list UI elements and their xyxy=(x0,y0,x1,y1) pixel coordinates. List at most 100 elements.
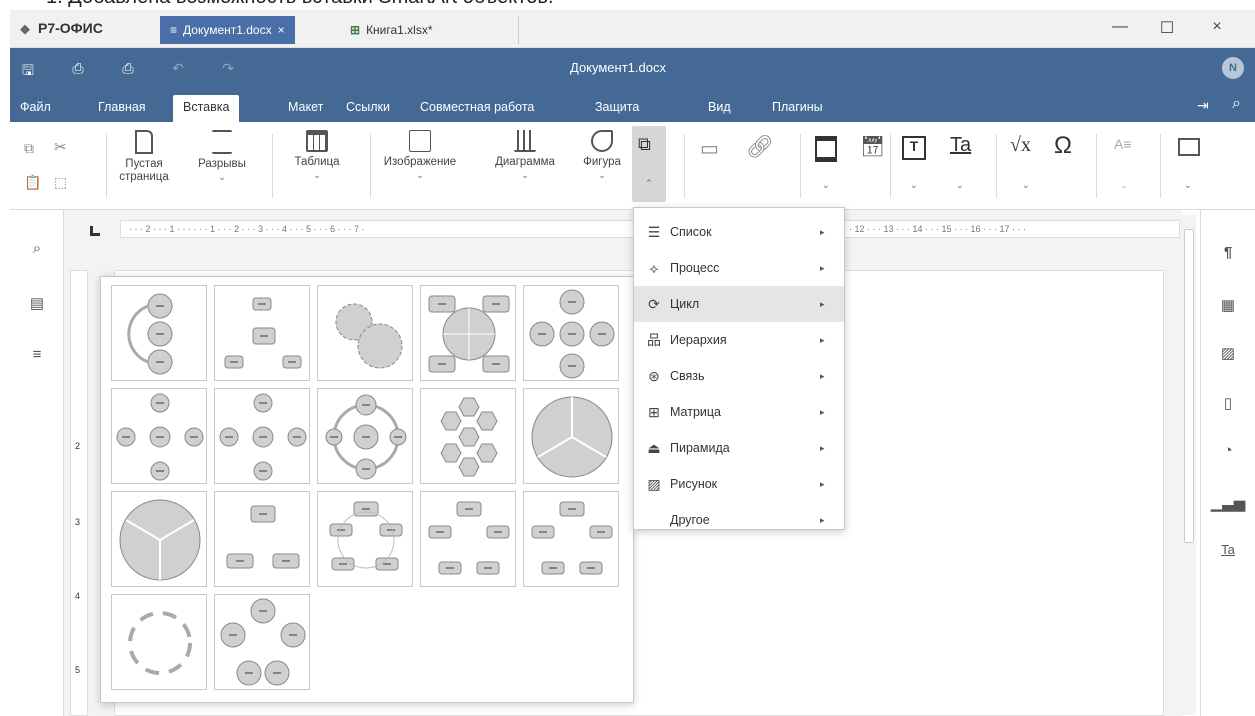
smartart-thumb-continuous-cycle[interactable] xyxy=(317,491,413,587)
shape-button[interactable]: Фигура ⌄ xyxy=(576,130,628,182)
smartart-thumb-basic-cycle[interactable] xyxy=(111,285,207,381)
scrollbar-thumb[interactable] xyxy=(1184,229,1194,543)
smartart-thumb-arrow-cycle[interactable] xyxy=(523,491,619,587)
menu-item-relationship[interactable]: ⊛ Связь ▸ xyxy=(634,358,844,394)
vertical-ruler[interactable]: 2 3 4 5 xyxy=(70,270,88,716)
tab-stop-icon[interactable] xyxy=(90,226,100,236)
text-art-icon[interactable]: Ta xyxy=(950,134,971,157)
navigation-icon[interactable]: ≡ xyxy=(10,346,64,363)
smartart-button[interactable]: ⧉ ⌃ xyxy=(632,126,666,202)
chevron-down-icon: ⌄ xyxy=(956,180,964,190)
smartart-thumb-multidirectional-cycle[interactable] xyxy=(214,594,310,690)
menu-item-matrix[interactable]: ⊞ Матрица ▸ xyxy=(634,394,844,430)
save-icon[interactable]: 🖫 xyxy=(18,60,38,84)
menu-plugins[interactable]: Плагины xyxy=(762,95,833,122)
menu-item-other[interactable]: Другое ▸ xyxy=(634,502,844,538)
text-art-settings-icon[interactable]: Ta xyxy=(1201,542,1255,557)
maximize-button[interactable]: ☐ xyxy=(1152,18,1182,40)
minimize-button[interactable]: — xyxy=(1105,18,1135,40)
open-location-icon[interactable]: ⇥ xyxy=(1197,97,1209,114)
content-control-icon[interactable] xyxy=(1178,138,1200,156)
comments-icon[interactable]: ▤ xyxy=(10,294,64,312)
smartart-category-menu: ☰ Список ▸ ⟡ Процесс ▸ ⟳ Цикл ▸ 品 Иерархия ▸ ⊛ Связь ▸… xyxy=(633,207,845,530)
menu-item-process[interactable]: ⟡ Процесс ▸ xyxy=(634,250,844,286)
drop-cap-icon[interactable]: A≡ xyxy=(1114,136,1132,152)
breaks-button[interactable]: Разрывы ⌄ xyxy=(190,130,254,184)
image-button[interactable]: Изображение ⌄ xyxy=(378,130,462,182)
cycle-hierarchy-icon xyxy=(224,297,302,369)
smartart-thumb-circle-matrix[interactable] xyxy=(420,285,516,381)
smartart-gallery xyxy=(100,276,634,703)
menu-file[interactable]: Файл xyxy=(10,95,61,122)
equation-icon[interactable]: √x xyxy=(1010,134,1031,157)
comment-icon[interactable]: ▭ xyxy=(700,136,719,161)
header-settings-icon[interactable]: ▯ xyxy=(1201,394,1255,412)
smartart-thumb-text-cycle[interactable] xyxy=(111,594,207,690)
menu-insert[interactable]: Вставка xyxy=(173,95,240,122)
menu-references[interactable]: Ссылки xyxy=(336,95,400,122)
menu-item-hierarchy[interactable]: 品 Иерархия ▸ xyxy=(634,322,844,358)
blank-page-button[interactable]: Пустая страница xyxy=(114,130,174,184)
cut-icon[interactable]: ✂ xyxy=(54,138,67,156)
tab-divider xyxy=(518,16,519,44)
undo-icon[interactable]: ↶ xyxy=(168,60,188,77)
smartart-thumb-radial-cycle-ring[interactable] xyxy=(317,388,413,484)
date-time-icon[interactable]: 📅︎ xyxy=(860,134,885,159)
chart-button[interactable]: Диаграмма ⌄ xyxy=(490,130,560,182)
smartart-thumb-cycle-connectors[interactable] xyxy=(214,491,310,587)
symbol-icon[interactable]: Ω xyxy=(1054,132,1072,160)
toolbar-separator xyxy=(684,134,685,198)
menu-collaboration[interactable]: Совместная работа xyxy=(410,95,544,122)
hexagon-cluster-icon xyxy=(440,397,498,477)
smartart-thumb-diverging-radial[interactable] xyxy=(111,388,207,484)
menu-item-picture[interactable]: ▨ Рисунок ▸ xyxy=(634,466,844,502)
quick-print-icon[interactable]: ⎙ xyxy=(118,60,138,77)
shape-settings-icon[interactable]: ◔ xyxy=(1201,442,1255,459)
paragraph-icon[interactable]: ¶ xyxy=(1201,244,1255,261)
menu-protection[interactable]: Защита xyxy=(585,95,649,122)
vertical-scrollbar[interactable] xyxy=(1182,215,1196,715)
chart-settings-icon[interactable]: ▁▃▅ xyxy=(1201,494,1255,512)
submenu-arrow-icon: ▸ xyxy=(820,442,825,453)
pie-cycle-icon xyxy=(531,396,613,478)
menu-item-cycle[interactable]: ⟳ Цикл ▸ xyxy=(634,286,844,322)
smartart-thumb-hexagon-cluster[interactable] xyxy=(420,388,516,484)
text-box-icon[interactable]: T xyxy=(902,136,926,160)
chevron-down-icon: ⌄ xyxy=(521,170,529,180)
image-settings-icon[interactable]: ▨ xyxy=(1201,344,1255,362)
menu-layout[interactable]: Макет xyxy=(278,95,333,122)
toolbar-separator xyxy=(996,134,997,198)
menu-view[interactable]: Вид xyxy=(698,95,741,122)
redo-icon[interactable]: ↷ xyxy=(218,60,238,77)
tab-spreadsheet[interactable]: ⊞ Книга1.xlsx* xyxy=(340,16,443,44)
search-icon[interactable]: ⌕ xyxy=(1232,95,1241,113)
menu-item-list[interactable]: ☰ Список ▸ xyxy=(634,214,844,250)
search-icon[interactable]: ⌕ xyxy=(10,240,64,257)
menu-item-pyramid[interactable]: ⏏ Пирамида ▸ xyxy=(634,430,844,466)
menu-home[interactable]: Главная xyxy=(88,95,156,122)
smartart-thumb-segmented-cycle[interactable] xyxy=(111,491,207,587)
tab-document[interactable]: ≡ Документ1.docx × xyxy=(160,16,295,44)
header-footer-icon[interactable] xyxy=(815,136,837,162)
smartart-thumb-block-cycle[interactable] xyxy=(420,491,516,587)
picture-icon: ▨ xyxy=(647,475,661,492)
table-label: Таблица xyxy=(294,156,340,168)
chevron-down-icon: ⌄ xyxy=(822,180,830,190)
smartart-thumb-radial-basic[interactable] xyxy=(214,388,310,484)
tab-close-icon[interactable]: × xyxy=(278,23,285,37)
smartart-thumb-gear-cycle[interactable] xyxy=(317,285,413,381)
link-icon[interactable]: 🔗︎ xyxy=(746,134,774,160)
avatar[interactable]: N xyxy=(1222,57,1244,79)
smartart-thumb-radial-cycle[interactable] xyxy=(523,285,619,381)
paste-icon[interactable]: 📋 xyxy=(24,174,41,191)
ruler-label: 4 xyxy=(75,591,81,601)
smartart-thumb-pie-cycle[interactable] xyxy=(523,388,619,484)
select-all-icon[interactable]: ⬚ xyxy=(54,174,67,191)
blank-page-label: Пустая страница xyxy=(119,158,169,183)
smartart-thumb-cycle-hierarchy[interactable] xyxy=(214,285,310,381)
close-window-button[interactable]: × xyxy=(1202,18,1232,40)
copy-icon[interactable]: ⧉ xyxy=(24,140,34,157)
table-settings-icon[interactable]: ▦ xyxy=(1201,296,1255,314)
print-icon[interactable]: ⎙ xyxy=(68,60,88,77)
table-button[interactable]: Таблица ⌄ xyxy=(282,130,352,182)
